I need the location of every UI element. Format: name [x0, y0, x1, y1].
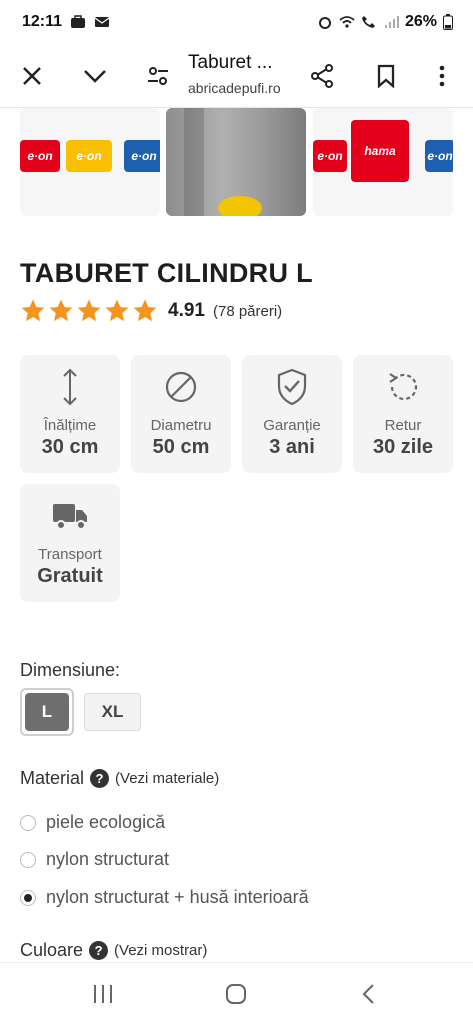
eon-red-pouf: e·on — [20, 140, 60, 172]
color-header: Culoare ? (Vezi mostrar) — [20, 940, 207, 961]
color-label: Culoare — [20, 940, 84, 960]
page-url: abricadepufi.ro — [188, 80, 281, 96]
mail-icon — [94, 17, 110, 27]
rating-score: 4.91 — [168, 300, 205, 321]
gallery-thumb-3[interactable]: e·on hama e·on — [313, 108, 453, 216]
star-icon — [105, 299, 129, 322]
product-rating[interactable]: 4.91 (78 păreri) — [20, 298, 282, 324]
material-option[interactable]: piele ecologică — [20, 812, 165, 833]
material-option-label: nylon structurat — [46, 849, 170, 869]
radio-button-checked[interactable] — [20, 889, 36, 906]
battery-level: 26% — [404, 13, 437, 30]
recent-apps-icon — [94, 985, 112, 1003]
yellow-pouf-top — [218, 196, 262, 216]
material-header: Material ? (Vezi materiale) — [20, 768, 219, 789]
more-options-button[interactable] — [422, 56, 462, 96]
close-icon — [23, 67, 41, 85]
spec-value: 50 cm — [152, 436, 210, 458]
see-materials-link[interactable]: (Vezi materiale) — [115, 770, 219, 787]
close-tab-button[interactable] — [12, 56, 52, 96]
material-option-label: piele ecologică — [46, 812, 166, 832]
material-option[interactable]: nylon structurat — [20, 849, 169, 870]
spec-card-transport: Transport Gratuit — [20, 484, 120, 602]
truck-icon — [53, 504, 87, 530]
eon-blue-pouf: e·on — [425, 140, 453, 172]
star-icon — [77, 299, 101, 322]
back-button[interactable] — [348, 977, 388, 1011]
tune-icon — [148, 67, 168, 85]
spec-label: Înălțime — [43, 417, 97, 434]
see-swatches-link[interactable]: (Vezi mostrar) — [114, 942, 207, 959]
return-arrow-icon — [389, 373, 418, 400]
collapse-button[interactable] — [75, 56, 115, 96]
bookmark-icon — [377, 64, 395, 88]
signal-icon — [384, 16, 399, 28]
battery-icon — [443, 14, 453, 30]
spec-label: Transport — [38, 546, 102, 563]
share-icon — [311, 64, 333, 88]
radio-button[interactable] — [20, 851, 36, 868]
spec-label: Garanție — [263, 417, 321, 434]
spec-value: Gratuit — [37, 565, 103, 587]
spec-value: 30 zile — [372, 436, 434, 458]
spec-value: 3 ani — [269, 436, 315, 458]
back-icon — [362, 984, 374, 1004]
call-icon — [361, 16, 375, 28]
help-icon[interactable]: ? — [90, 769, 110, 788]
status-bar: 12:11 26% — [0, 0, 473, 44]
shield-check-icon — [277, 368, 307, 406]
product-gallery[interactable]: e·on e·on e·on e·on hama e·on — [0, 108, 473, 218]
home-icon — [226, 984, 246, 1004]
hama-red-cube: hama — [351, 120, 409, 182]
spec-value: 30 cm — [41, 436, 99, 458]
share-button[interactable] — [302, 56, 342, 96]
size-option-XL[interactable]: XL — [84, 693, 141, 731]
home-button[interactable] — [216, 977, 256, 1011]
product-title: TABURET CILINDRU L — [20, 258, 313, 288]
star-icon — [21, 299, 45, 322]
material-option-label: nylon structurat + husă interioară — [46, 887, 309, 907]
spec-card-return: Retur 30 zile — [353, 355, 453, 473]
site-settings-button[interactable] — [138, 56, 178, 96]
spec-card-warranty: Garanție 3 ani — [242, 355, 342, 473]
chevron-down-icon — [84, 70, 106, 83]
radio-button[interactable] — [20, 814, 36, 831]
system-nav-bar — [0, 962, 473, 1024]
diameter-icon — [165, 371, 197, 403]
material-option[interactable]: nylon structurat + husă interioară — [20, 887, 309, 908]
size-option-L[interactable]: L — [25, 693, 69, 731]
spec-label: Diametru — [150, 417, 212, 434]
spec-card-height: Înălțime 30 cm — [20, 355, 120, 473]
eon-blue-pouf: e·on — [124, 140, 160, 172]
eon-red-pouf: e·on — [313, 140, 347, 172]
recent-apps-button[interactable] — [83, 977, 123, 1011]
star-icon — [49, 299, 73, 322]
wifi-icon — [339, 16, 355, 28]
eon-yellow-pouf: e·on — [66, 140, 112, 172]
rating-count[interactable]: (78 păreri) — [213, 303, 282, 320]
height-arrows-icon — [63, 368, 77, 406]
browser-toolbar: Taburet ... abricadepufi.ro — [0, 44, 473, 108]
spec-card-diameter: Diametru 50 cm — [131, 355, 231, 473]
size-label: Dimensiune: — [20, 660, 121, 680]
spec-label: Retur — [384, 417, 422, 434]
help-icon[interactable]: ? — [89, 941, 109, 960]
more-vertical-icon — [439, 65, 445, 87]
alarm-icon — [318, 17, 331, 29]
cloth-fold — [184, 108, 204, 216]
star-icon — [133, 299, 157, 322]
material-label: Material — [20, 768, 85, 788]
page-title: Taburet ... — [188, 52, 273, 73]
briefcase-icon — [71, 15, 86, 28]
bookmark-button[interactable] — [366, 56, 406, 96]
page-title-area[interactable]: Taburet ... abricadepufi.ro — [188, 52, 298, 96]
rating-stars — [20, 298, 158, 324]
gallery-thumb-2[interactable] — [166, 108, 306, 216]
clock: 12:11 — [22, 13, 63, 30]
gallery-thumb-1[interactable]: e·on e·on e·on — [20, 108, 160, 216]
